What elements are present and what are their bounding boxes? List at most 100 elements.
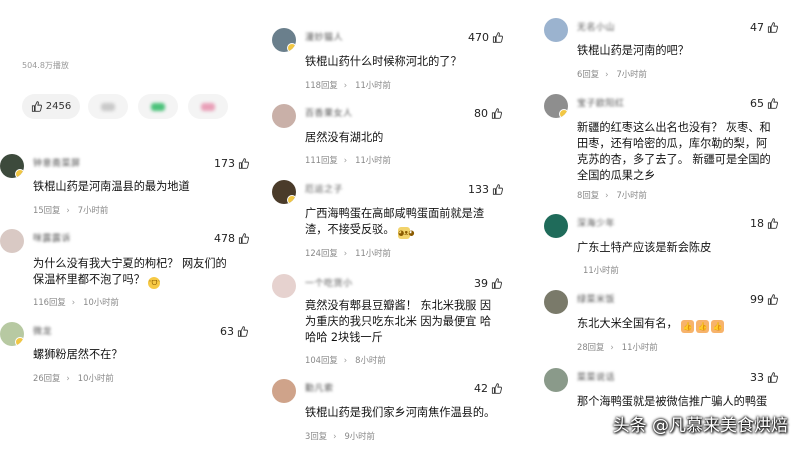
comment-like-button[interactable]: 42	[474, 382, 502, 395]
comment-item[interactable]: 宝子欧阳红 65 新疆的红枣这么出名也没有？ 灰枣、和 田枣，还有哈密的瓜，库尔…	[544, 94, 800, 204]
comment-item[interactable]: 一个吃货小 39 竟然没有郫县豆瓣酱！ 东北米我服 因 为重庆的我只吃东北米 因…	[272, 274, 534, 370]
username[interactable]: 漫妙猫人	[305, 30, 343, 43]
avatar[interactable]	[544, 18, 568, 42]
comment-time: 9小时前	[344, 431, 375, 441]
comment-meta: 3回复 › 9小时前	[305, 430, 375, 442]
comment-item[interactable]: 咪露露诉 478 为什么没有我大宁夏的枸杞？ 网友们的 保温杯里都不泡了吗？ ᵔ…	[0, 229, 262, 309]
username[interactable]: 勤凡索	[305, 381, 334, 394]
avatar[interactable]	[272, 274, 296, 298]
comment-item[interactable]: 厄运之子 133 广西海鸭蛋在高邮咸鸭蛋面前就是渣 渣，不接受反驳。 ◕ᴥ◕ 1…	[272, 180, 534, 260]
comment-meta: 6回复 › 7小时前	[577, 68, 647, 80]
comment-column-3: 无名小山 47 铁棍山药是河南的吧？ 6回复 › 7小时前 宝子欧阳红 65 新疆的…	[544, 0, 800, 450]
chevron-right-icon: ›	[333, 431, 337, 441]
thumbs-up-icon	[492, 184, 503, 195]
reply-count[interactable]: 3回复	[305, 431, 327, 441]
comment-like-button[interactable]: 470	[468, 31, 503, 44]
reply-count[interactable]: 6回复	[577, 69, 599, 79]
verified-badge-icon	[15, 337, 24, 346]
username[interactable]: 咪露露诉	[33, 231, 71, 244]
comment-like-button[interactable]: 39	[474, 277, 502, 290]
comment-time: 7小时前	[616, 69, 647, 79]
chevron-right-icon: ›	[66, 205, 70, 215]
username[interactable]: 宝子欧阳红	[577, 96, 625, 109]
comment-item[interactable]: 无名小山 47 铁棍山药是河南的吧？ 6回复 › 7小时前	[544, 18, 800, 80]
thumbs-up-icon	[767, 22, 778, 33]
avatar[interactable]	[272, 28, 296, 52]
comment-meta: 111回复 › 11小时前	[305, 154, 391, 166]
comment-like-button[interactable]: 63	[220, 325, 248, 338]
comment-text-line: 保温杯里都不泡了吗？	[33, 273, 145, 286]
avatar[interactable]	[272, 104, 296, 128]
comment-like-count: 80	[474, 107, 488, 120]
reply-count[interactable]: 104回复	[305, 355, 338, 365]
more-share-button[interactable]	[188, 94, 228, 119]
avatar[interactable]	[272, 379, 296, 403]
username[interactable]: 菜菜说话	[577, 370, 615, 383]
thumbs-up-icon	[767, 218, 778, 229]
thumbs-up-icon	[491, 383, 502, 394]
comment-text-line: 竟然没有郫县豆瓣酱！ 东北米我服 因	[305, 299, 492, 312]
verified-badge-icon	[287, 43, 296, 52]
chevron-right-icon: ›	[66, 373, 70, 383]
comment-item[interactable]: 漫妙猫人 470 铁棍山药什么时候称河北的了？ 118回复 › 11小时前	[272, 28, 534, 92]
reply-count[interactable]: 28回复	[577, 342, 604, 352]
verified-badge-icon	[287, 195, 296, 204]
comment-like-button[interactable]: 133	[468, 183, 503, 196]
comment-time: 11小时前	[355, 155, 391, 165]
comment-item[interactable]: 微龙 63 螺狮粉居然不在？ 26回复 › 10小时前	[0, 322, 262, 384]
reply-count[interactable]: 8回复	[577, 190, 599, 200]
comment-like-button[interactable]: 478	[214, 232, 249, 245]
comment-like-button[interactable]: 33	[750, 371, 778, 384]
username[interactable]: 钟意斋菜屏	[33, 156, 81, 169]
verified-badge-icon	[15, 169, 24, 178]
avatar[interactable]	[0, 322, 24, 346]
avatar[interactable]	[544, 214, 568, 238]
comment-item[interactable]: 百香果女人 80 居然没有湖北的 111回复 › 11小时前	[272, 104, 534, 166]
username[interactable]: 无名小山	[577, 20, 615, 33]
comment-item[interactable]: 绿菜米饭 99 东北大米全国有名， 👍 👍 👍 28回复 › 11小时前	[544, 290, 800, 354]
chevron-right-icon: ›	[343, 155, 348, 165]
username[interactable]: 微龙	[33, 324, 52, 337]
avatar[interactable]	[272, 180, 296, 204]
comment-like-button[interactable]: 99	[750, 293, 778, 306]
avatar[interactable]	[0, 229, 24, 253]
avatar[interactable]	[544, 368, 568, 392]
thumbs-up-icon	[238, 233, 249, 244]
comment-like-button[interactable]: 173	[214, 157, 249, 170]
comment-meta: 28回复 › 11小时前	[577, 341, 658, 353]
chevron-right-icon: ›	[605, 69, 609, 79]
comment-meta: 15回复 › 7小时前	[33, 204, 108, 216]
avatar[interactable]	[544, 290, 568, 314]
username[interactable]: 深海少年	[577, 216, 615, 229]
username[interactable]: 百香果女人	[305, 106, 353, 119]
reply-count[interactable]: 116回复	[33, 297, 66, 307]
reply-count[interactable]: 111回复	[305, 155, 338, 165]
share-button[interactable]	[88, 94, 128, 119]
avatar[interactable]	[544, 94, 568, 118]
comment-text: 铁棍山药什么时候称河北的了？	[305, 55, 462, 68]
username[interactable]: 一个吃货小	[305, 276, 353, 289]
comment-text-line: 全国的瓜果之乡	[577, 169, 656, 182]
comment-like-count: 33	[750, 371, 764, 384]
username[interactable]: 绿菜米饭	[577, 292, 615, 305]
comment-like-button[interactable]: 65	[750, 97, 778, 110]
avatar[interactable]	[0, 154, 24, 178]
comment-item[interactable]: 勤凡索 42 铁棍山药是我们家乡河南焦作温县的。 3回复 › 9小时前	[272, 379, 534, 443]
like-button[interactable]: 2456	[22, 94, 80, 119]
comment-meta: 8回复 › 7小时前	[577, 189, 647, 201]
username[interactable]: 厄运之子	[305, 182, 343, 195]
comment-like-button[interactable]: 18	[750, 217, 778, 230]
comment-text-line: 渣，不接受反驳。	[305, 223, 395, 236]
reply-count[interactable]: 26回复	[33, 373, 60, 383]
comment-item[interactable]: 钟意斋菜屏 173 铁棍山药是河南温县的最为地道 15回复 › 7小时前	[0, 154, 262, 216]
comment-text: 螺狮粉居然不在？	[33, 348, 123, 361]
reply-count[interactable]: 15回复	[33, 205, 60, 215]
wechat-share-button[interactable]	[138, 94, 178, 119]
comment-text: 那个海鸭蛋就是被微信推广骗人的鸭蛋	[577, 395, 768, 408]
comment-item[interactable]: 深海少年 18 广东土特产应该是新会陈皮 11小时前	[544, 214, 800, 276]
reply-count[interactable]: 118回复	[305, 80, 338, 90]
comment-like-button[interactable]: 47	[750, 21, 778, 34]
reply-count[interactable]: 124回复	[305, 248, 338, 258]
comment-like-button[interactable]: 80	[474, 107, 502, 120]
comment-time: 11小时前	[621, 342, 658, 352]
